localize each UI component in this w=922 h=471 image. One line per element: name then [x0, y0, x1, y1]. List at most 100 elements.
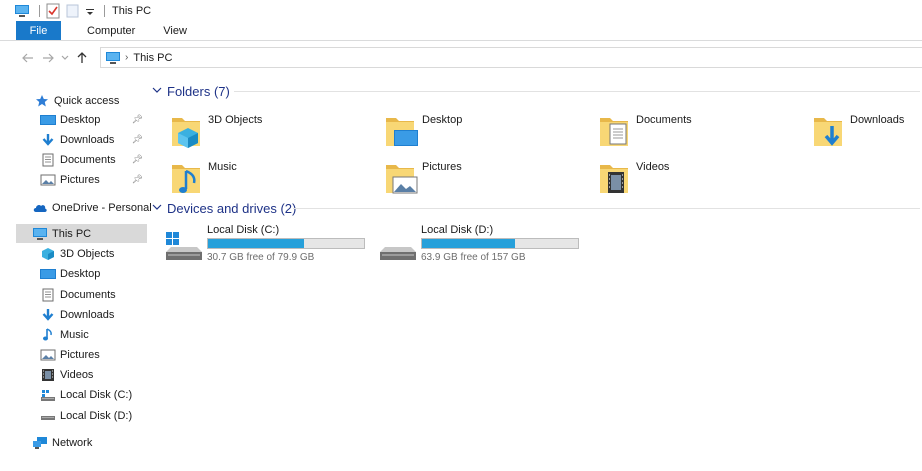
drive-tile-d[interactable]: Local Disk (D:) 63.9 GB free of 157 GB — [379, 224, 589, 268]
sidebar-item-local-disk-c[interactable]: Local Disk (C:) — [40, 385, 147, 404]
sidebar-item-music[interactable]: Music — [40, 325, 147, 344]
sidebar-item-network[interactable]: Network — [32, 433, 147, 452]
sidebar-item-label: 3D Objects — [60, 247, 115, 260]
sidebar-item-label: Documents — [60, 153, 116, 166]
folder-tile-downloads[interactable]: Downloads — [812, 112, 922, 156]
forward-arrow-icon — [43, 53, 54, 62]
sidebar-item-label: Pictures — [60, 348, 100, 361]
sidebar-item-documents-quick[interactable]: Documents 📌︎ — [40, 150, 147, 169]
pin-icon[interactable]: 📌︎ — [132, 114, 143, 125]
separator — [39, 4, 40, 17]
star-icon — [34, 93, 50, 109]
properties-icon[interactable] — [45, 3, 61, 19]
recent-locations-button[interactable] — [58, 48, 72, 68]
sidebar-item-videos[interactable]: Videos — [40, 365, 147, 384]
tab-file[interactable]: File — [16, 21, 61, 40]
up-arrow-icon — [77, 51, 87, 63]
drive-free-space: 30.7 GB free of 79.9 GB — [207, 252, 315, 263]
new-folder-icon[interactable] — [65, 3, 81, 19]
folder-pictures-icon — [386, 165, 418, 194]
pin-icon[interactable]: 📌︎ — [132, 154, 143, 165]
sidebar-item-quick-access[interactable]: Quick access — [34, 91, 147, 110]
tab-view[interactable]: View — [149, 21, 201, 40]
folder-tile-documents[interactable]: Documents — [598, 112, 798, 156]
cloud-icon — [32, 200, 48, 216]
sidebar-item-label: Network — [52, 436, 93, 449]
cube-icon — [40, 246, 56, 262]
network-icon — [32, 435, 48, 451]
folder-label: Documents — [636, 114, 692, 126]
back-button[interactable] — [18, 48, 38, 68]
this-pc-icon[interactable] — [14, 3, 30, 19]
back-arrow-icon — [22, 53, 33, 62]
address-bar[interactable]: › This PC — [100, 47, 922, 68]
sidebar-item-label: Downloads — [60, 308, 115, 321]
folder-documents-icon — [600, 118, 628, 146]
music-note-icon — [40, 327, 56, 343]
folder-tile-videos[interactable]: Videos — [598, 159, 798, 203]
separator — [104, 4, 105, 17]
up-button[interactable] — [72, 48, 92, 68]
folder-label: Desktop — [422, 114, 463, 126]
system-drive-icon — [166, 232, 202, 260]
chevron-down-icon[interactable] — [152, 86, 162, 97]
sidebar-item-label: Downloads — [60, 133, 115, 146]
folder-tile-desktop[interactable]: Desktop — [384, 112, 584, 156]
forward-button[interactable] — [38, 48, 58, 68]
folder-music-icon — [172, 165, 200, 193]
pictures-icon — [40, 172, 56, 188]
sidebar-item-pictures[interactable]: Pictures — [40, 345, 147, 364]
chevron-down-icon[interactable] — [152, 203, 162, 214]
sidebar-item-label: Videos — [60, 368, 94, 381]
sidebar-item-label: Pictures — [60, 173, 100, 186]
sidebar-item-pictures-quick[interactable]: Pictures 📌︎ — [40, 170, 147, 189]
drive-tile-c[interactable]: Local Disk (C:) 30.7 GB free of 79.9 GB — [165, 224, 375, 268]
folder-tile-music[interactable]: Music — [170, 159, 370, 203]
sidebar-item-3d-objects[interactable]: 3D Objects — [40, 244, 147, 263]
film-icon — [40, 367, 56, 383]
sidebar-item-local-disk-d[interactable]: Local Disk (D:) — [40, 406, 147, 425]
sidebar-item-this-pc[interactable]: This PC — [16, 224, 147, 243]
sidebar-item-desktop-quick[interactable]: Desktop 📌︎ — [40, 110, 147, 129]
sidebar-item-documents[interactable]: Documents — [40, 285, 147, 304]
sidebar-item-label: Quick access — [54, 94, 120, 107]
drive-usage-fill — [208, 239, 305, 248]
sidebar-item-label: OneDrive - Personal — [52, 201, 152, 214]
group-divider — [234, 91, 920, 92]
tab-computer[interactable]: Computer — [73, 21, 149, 40]
document-icon — [40, 152, 56, 168]
document-icon — [40, 287, 56, 303]
folder-tile-3d-objects[interactable]: 3D Objects — [170, 112, 370, 156]
download-arrow-icon — [40, 132, 56, 148]
drive-free-space: 63.9 GB free of 157 GB — [421, 252, 526, 263]
folder-videos-icon — [600, 165, 628, 193]
sidebar-item-downloads[interactable]: Downloads — [40, 305, 147, 324]
sidebar-item-label: This PC — [52, 227, 92, 240]
sidebar-item-desktop[interactable]: Desktop — [40, 264, 147, 283]
pin-icon[interactable]: 📌︎ — [132, 174, 143, 185]
sidebar-item-downloads-quick[interactable]: Downloads 📌︎ — [40, 130, 147, 149]
navigation-bar: › This PC — [0, 44, 922, 71]
sidebar-item-label: Documents — [60, 288, 116, 301]
breadcrumb-this-pc[interactable]: This PC — [133, 52, 172, 64]
desktop-icon — [40, 112, 56, 128]
desktop-icon — [40, 266, 56, 282]
sidebar-item-onedrive[interactable]: OneDrive - Personal — [32, 198, 152, 217]
sidebar-item-label: Local Disk (C:) — [60, 388, 133, 401]
this-pc-icon — [106, 51, 120, 64]
drive-icon — [380, 247, 416, 260]
group-header-folders[interactable]: Folders (7) — [152, 81, 230, 101]
navigation-pane: Quick access Desktop 📌︎ Downloads 📌︎ Doc… — [16, 88, 152, 471]
group-header-devices[interactable]: Devices and drives (2) — [152, 198, 296, 218]
customize-toolbar-icon[interactable] — [85, 3, 95, 19]
ribbon-tabs: File Computer View — [0, 21, 922, 41]
pin-icon[interactable]: 📌︎ — [132, 134, 143, 145]
sidebar-item-label: Desktop — [60, 267, 101, 280]
folder-desktop-icon — [386, 118, 418, 146]
folder-label: Pictures — [422, 161, 462, 173]
folder-label: Videos — [636, 161, 670, 173]
group-divider — [293, 208, 920, 209]
breadcrumb-chevron-icon[interactable]: › — [125, 52, 128, 63]
folder-3d-objects-icon — [172, 118, 200, 148]
folder-tile-pictures[interactable]: Pictures — [384, 159, 584, 203]
